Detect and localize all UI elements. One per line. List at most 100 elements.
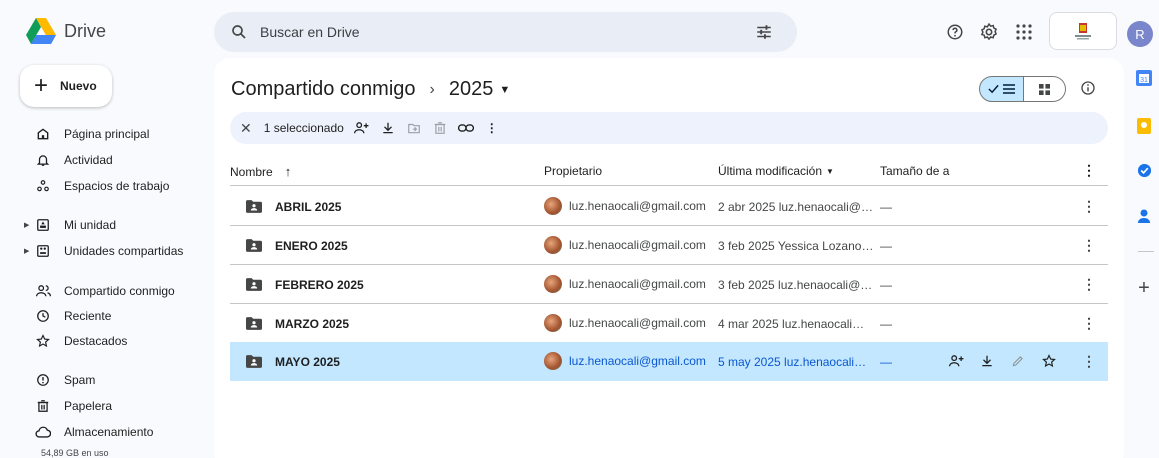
spam-icon [34,371,52,389]
nav-item-home[interactable]: Página principal [20,123,210,145]
nav-item-workspaces[interactable]: Espacios de trabajo [20,175,210,197]
share-icon[interactable] [948,353,964,369]
more-vert-icon[interactable]: ⋮ [1082,198,1096,215]
drive-logo-icon [26,18,56,44]
table-row[interactable]: FEBRERO 2025 luz.henaocali@gmail.com 3 f… [230,265,1108,304]
owner-avatar [544,236,562,254]
arrow-up-icon[interactable]: ↑ [285,164,292,179]
shared-folder-icon [246,239,262,252]
apps-grid-icon[interactable] [1014,22,1034,42]
column-modified[interactable]: Última modificación ▼ [718,164,834,178]
shared-drives-icon [34,242,52,260]
breadcrumb-current[interactable]: 2025 ▼ [449,78,510,101]
owner-cell: luz.henaocali@gmail.com [544,352,706,370]
table-row[interactable]: ENERO 2025 luz.henaocali@gmail.com 3 feb… [230,226,1108,265]
new-button-label: Nuevo [60,79,97,93]
nav-item-trash[interactable]: Papelera [20,395,210,417]
more-vert-icon[interactable]: ⋮ [1082,276,1096,293]
search-options-icon[interactable] [755,23,773,41]
organization-logo[interactable] [1049,12,1117,50]
grid-view-button[interactable] [1024,76,1066,102]
gear-icon[interactable] [979,22,999,42]
file-name: MAYO 2025 [275,355,340,369]
grid-icon [1039,83,1050,95]
nav-item-label: Unidades compartidas [64,244,184,258]
owner-cell: luz.henaocali@gmail.com [544,197,706,215]
nav-item-shared-with-me[interactable]: Compartido conmigo [20,280,210,302]
nav-item-activity[interactable]: Actividad [20,149,210,171]
column-owner[interactable]: Propietario [544,164,602,178]
shared-with-me-icon [34,282,52,300]
breadcrumb-parent[interactable]: Compartido conmigo [231,78,416,101]
download-icon[interactable] [380,120,396,136]
star-icon[interactable] [1041,353,1057,369]
more-vert-icon[interactable]: ⋮ [484,120,500,136]
link-icon[interactable] [457,120,474,136]
size-cell: — [880,200,892,214]
owner-avatar [544,275,562,293]
nav-item-label: Actividad [64,153,113,167]
selection-toolbar: ✕ 1 seleccionado ⋮ [230,112,1108,144]
rename-icon [1010,353,1026,369]
rail-divider [1138,251,1154,252]
list-view-button[interactable] [979,76,1024,102]
more-vert-icon[interactable]: ⋮ [1082,237,1096,254]
move-icon [406,120,422,136]
share-icon[interactable] [354,120,370,136]
owner-cell: luz.henaocali@gmail.com [544,236,706,254]
new-button[interactable]: + Nuevo [20,65,112,107]
search-input[interactable] [260,24,730,40]
more-vert-icon[interactable]: ⋮ [1082,162,1096,179]
organization-emblem-icon [1075,23,1091,40]
table-row[interactable]: ABRIL 2025 luz.henaocali@gmail.com 2 abr… [230,187,1108,226]
selection-count: 1 seleccionado [263,121,344,135]
nav-item-label: Espacios de trabajo [64,179,170,193]
contacts-app-icon[interactable] [1130,208,1158,224]
breadcrumb-separator: › [429,80,435,98]
table-row[interactable]: MARZO 2025 luz.henaocali@gmail.com 4 mar… [230,304,1108,343]
app-name: Drive [64,20,107,41]
expand-caret-icon[interactable]: ▶ [24,247,29,255]
nav-item-recent[interactable]: Reciente [20,305,210,327]
table-row-selected[interactable]: MAYO 2025 luz.henaocali@gmail.com 5 may … [230,342,1108,381]
owner-email: luz.henaocali@gmail.com [569,277,706,291]
search-bar[interactable] [214,12,797,52]
clear-selection-icon[interactable]: ✕ [240,120,252,137]
column-size[interactable]: Tamaño de a [880,164,949,178]
more-vert-icon[interactable]: ⋮ [1082,315,1096,332]
plus-icon: + [34,72,49,99]
nav-item-shared-drives[interactable]: ▶ Unidades compartidas [20,240,210,262]
keep-app-icon[interactable] [1130,118,1158,134]
search-icon[interactable] [230,23,248,41]
owner-avatar [544,314,562,332]
calendar-app-icon[interactable]: 31 [1130,70,1158,86]
size-cell: — [880,239,892,253]
modified-cell: 3 feb 2025 luz.henaocali@gmail.com [718,278,874,292]
help-icon[interactable] [945,22,965,42]
expand-caret-icon[interactable]: ▶ [24,221,29,229]
column-name-label: Nombre [230,164,273,179]
drive-logo[interactable]: Drive [26,18,106,44]
clock-icon [34,307,52,325]
star-icon [34,332,52,350]
column-name[interactable]: Nombre ↑ [230,164,291,179]
info-icon[interactable] [1080,80,1096,101]
nav-item-my-drive[interactable]: ▶ Mi unidad [20,214,210,236]
tasks-app-icon[interactable] [1130,163,1158,178]
nav-item-starred[interactable]: Destacados [20,330,210,352]
nav-item-storage[interactable]: Almacenamiento [20,421,210,443]
modified-cell: 5 may 2025 luz.henaocali@gmail.com [718,355,874,369]
more-vert-icon[interactable]: ⋮ [1082,353,1096,370]
file-name: FEBRERO 2025 [275,278,364,292]
file-name: ABRIL 2025 [275,200,342,214]
modified-cell: 3 feb 2025 Yessica Lozano Ochoa [718,239,874,253]
modified-cell: 4 mar 2025 luz.henaocali@gmail.com [718,317,874,331]
add-app-icon[interactable]: + [1130,278,1158,298]
size-cell: — [880,278,892,292]
owner-email: luz.henaocali@gmail.com [569,316,706,330]
breadcrumb-current-label: 2025 [448,78,494,100]
column-owner-label: Propietario [544,164,603,178]
nav-item-spam[interactable]: Spam [20,369,210,391]
download-icon[interactable] [979,353,995,369]
account-avatar[interactable]: R [1127,21,1153,47]
